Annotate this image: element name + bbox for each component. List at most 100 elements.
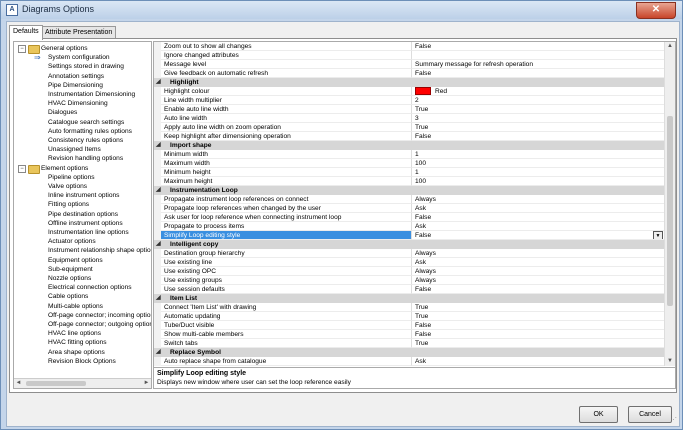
category-row[interactable]: ◢ Instrumentation Loop bbox=[154, 186, 664, 195]
property-value[interactable]: False bbox=[412, 330, 664, 339]
tab-defaults[interactable]: Defaults bbox=[9, 25, 43, 40]
category-row[interactable]: ◢ Import shape bbox=[154, 141, 664, 150]
property-value[interactable]: False bbox=[412, 132, 664, 141]
category-row[interactable]: ◢ Item List bbox=[154, 294, 664, 303]
property-row[interactable]: Enable auto line width True bbox=[154, 105, 664, 114]
property-row[interactable]: Show multi-cable members False bbox=[154, 330, 664, 339]
property-value[interactable] bbox=[412, 51, 664, 60]
property-row[interactable]: Ignore changed attributes bbox=[154, 51, 664, 60]
property-value[interactable]: False bbox=[412, 69, 664, 78]
property-name[interactable]: Zoom out to show all changes bbox=[161, 42, 412, 51]
property-value[interactable]: 3 bbox=[412, 114, 664, 123]
collapse-arrow-icon[interactable]: ◢ bbox=[156, 348, 161, 357]
property-value[interactable]: 1 bbox=[412, 168, 664, 177]
property-name[interactable]: Ignore changed attributes bbox=[161, 51, 412, 60]
property-row[interactable]: Auto line width 3 bbox=[154, 114, 664, 123]
collapse-icon[interactable]: − bbox=[18, 45, 26, 53]
property-name[interactable]: Ask user for loop reference when connect… bbox=[161, 213, 412, 222]
property-name[interactable]: Auto line width bbox=[161, 114, 412, 123]
resize-grip-icon[interactable]: ⋰ bbox=[670, 417, 678, 425]
property-value[interactable]: Always bbox=[412, 249, 664, 258]
property-row[interactable]: Switch tabs True bbox=[154, 339, 664, 348]
property-value[interactable]: True bbox=[412, 312, 664, 321]
property-name[interactable]: Give feedback on automatic refresh bbox=[161, 69, 412, 78]
property-row[interactable]: Minimum width 1 bbox=[154, 150, 664, 159]
property-row[interactable]: Use existing groups Always bbox=[154, 276, 664, 285]
property-row[interactable]: Propagate to process items Ask bbox=[154, 222, 664, 231]
property-value[interactable]: Red bbox=[412, 87, 664, 96]
grid-scroll-thumb[interactable] bbox=[667, 116, 673, 306]
cancel-button[interactable]: Cancel bbox=[628, 406, 672, 423]
property-value[interactable]: Always bbox=[412, 276, 664, 285]
property-name[interactable]: Message level bbox=[161, 60, 412, 69]
property-name[interactable]: Automatic updating bbox=[161, 312, 412, 321]
tree-horizontal-scrollbar[interactable]: ◄ ► bbox=[14, 378, 151, 388]
property-name[interactable]: Line width multiplier bbox=[161, 96, 412, 105]
property-name[interactable]: Enable auto line width bbox=[161, 105, 412, 114]
property-row[interactable]: Use session defaults False bbox=[154, 285, 664, 294]
property-name[interactable]: Switch tabs bbox=[161, 339, 412, 348]
property-name[interactable]: Simplify Loop editing style bbox=[161, 231, 412, 240]
property-name[interactable]: Maximum height bbox=[161, 177, 412, 186]
property-name[interactable]: Tube/Duct visible bbox=[161, 321, 412, 330]
property-value[interactable]: True bbox=[412, 123, 664, 132]
property-row[interactable]: Minimum height 1 bbox=[154, 168, 664, 177]
property-row[interactable]: Automatic updating True bbox=[154, 312, 664, 321]
property-value[interactable]: Always bbox=[412, 195, 664, 204]
property-row[interactable]: Use existing OPC Always bbox=[154, 267, 664, 276]
property-value[interactable]: False bbox=[412, 213, 664, 222]
property-row[interactable]: Propagate instrument loop references on … bbox=[154, 195, 664, 204]
property-row[interactable]: Line width multiplier 2 bbox=[154, 96, 664, 105]
category-row[interactable]: ◢ Intelligent copy bbox=[154, 240, 664, 249]
collapse-arrow-icon[interactable]: ◢ bbox=[156, 78, 161, 87]
property-value[interactable]: Ask bbox=[412, 357, 664, 366]
property-row[interactable]: Propagate loop references when changed b… bbox=[154, 204, 664, 213]
scroll-right-icon[interactable]: ► bbox=[142, 379, 151, 388]
property-row[interactable]: Highlight colour Red bbox=[154, 87, 664, 96]
property-value[interactable]: 100 bbox=[412, 159, 664, 168]
property-value[interactable]: Summary message for refresh operation bbox=[412, 60, 664, 69]
property-value[interactable]: 2 bbox=[412, 96, 664, 105]
tree-scroll-thumb[interactable] bbox=[26, 381, 86, 386]
property-row[interactable]: Use existing line Ask bbox=[154, 258, 664, 267]
property-row[interactable]: Maximum width 100 bbox=[154, 159, 664, 168]
collapse-arrow-icon[interactable]: ◢ bbox=[156, 186, 161, 195]
property-name[interactable]: Propagate loop references when changed b… bbox=[161, 204, 412, 213]
ok-button[interactable]: OK bbox=[579, 406, 618, 423]
property-row[interactable]: Message level Summary message for refresh… bbox=[154, 60, 664, 69]
property-name[interactable]: Use existing line bbox=[161, 258, 412, 267]
property-row[interactable]: Simplify Loop editing style False ▼ bbox=[154, 231, 664, 240]
dropdown-arrow-icon[interactable]: ▼ bbox=[653, 231, 663, 239]
property-name[interactable]: Show multi-cable members bbox=[161, 330, 412, 339]
property-row[interactable]: Connect 'Item List' with drawing True bbox=[154, 303, 664, 312]
property-row[interactable]: Maximum height 100 bbox=[154, 177, 664, 186]
property-name[interactable]: Maximum width bbox=[161, 159, 412, 168]
property-name[interactable]: Use session defaults bbox=[161, 285, 412, 294]
property-name[interactable]: Minimum height bbox=[161, 168, 412, 177]
options-tree[interactable]: ◄ ► − General options ⇒ System configuratio… bbox=[13, 41, 152, 389]
category-row[interactable]: ◢ Highlight bbox=[154, 78, 664, 87]
category-row[interactable]: ◢ Replace Symbol bbox=[154, 348, 664, 357]
property-value[interactable]: True bbox=[412, 339, 664, 348]
property-name[interactable]: Keep highlight after dimensioning operat… bbox=[161, 132, 412, 141]
property-value[interactable]: 1 bbox=[412, 150, 664, 159]
property-name[interactable]: Auto replace shape from catalogue bbox=[161, 357, 412, 366]
property-row[interactable]: Apply auto line width on zoom operation T… bbox=[154, 123, 664, 132]
property-value[interactable]: Ask bbox=[412, 222, 664, 231]
property-row[interactable]: Keep highlight after dimensioning operat… bbox=[154, 132, 664, 141]
property-row[interactable]: Auto replace shape from catalogue Ask bbox=[154, 357, 664, 366]
property-value[interactable]: False ▼ bbox=[412, 231, 664, 240]
grid-vertical-scrollbar[interactable]: ▲ ▼ bbox=[664, 42, 675, 366]
property-value[interactable]: 100 bbox=[412, 177, 664, 186]
scroll-left-icon[interactable]: ◄ bbox=[14, 379, 23, 388]
property-row[interactable]: Destination group hierarchy Always bbox=[154, 249, 664, 258]
property-name[interactable]: Highlight colour bbox=[161, 87, 412, 96]
collapse-arrow-icon[interactable]: ◢ bbox=[156, 240, 161, 249]
property-row[interactable]: Zoom out to show all changes False bbox=[154, 42, 664, 51]
property-name[interactable]: Destination group hierarchy bbox=[161, 249, 412, 258]
property-value[interactable]: True bbox=[412, 105, 664, 114]
property-value[interactable]: True bbox=[412, 303, 664, 312]
scroll-up-icon[interactable]: ▲ bbox=[665, 42, 675, 51]
property-value[interactable]: Ask bbox=[412, 204, 664, 213]
scroll-down-icon[interactable]: ▼ bbox=[665, 357, 675, 366]
